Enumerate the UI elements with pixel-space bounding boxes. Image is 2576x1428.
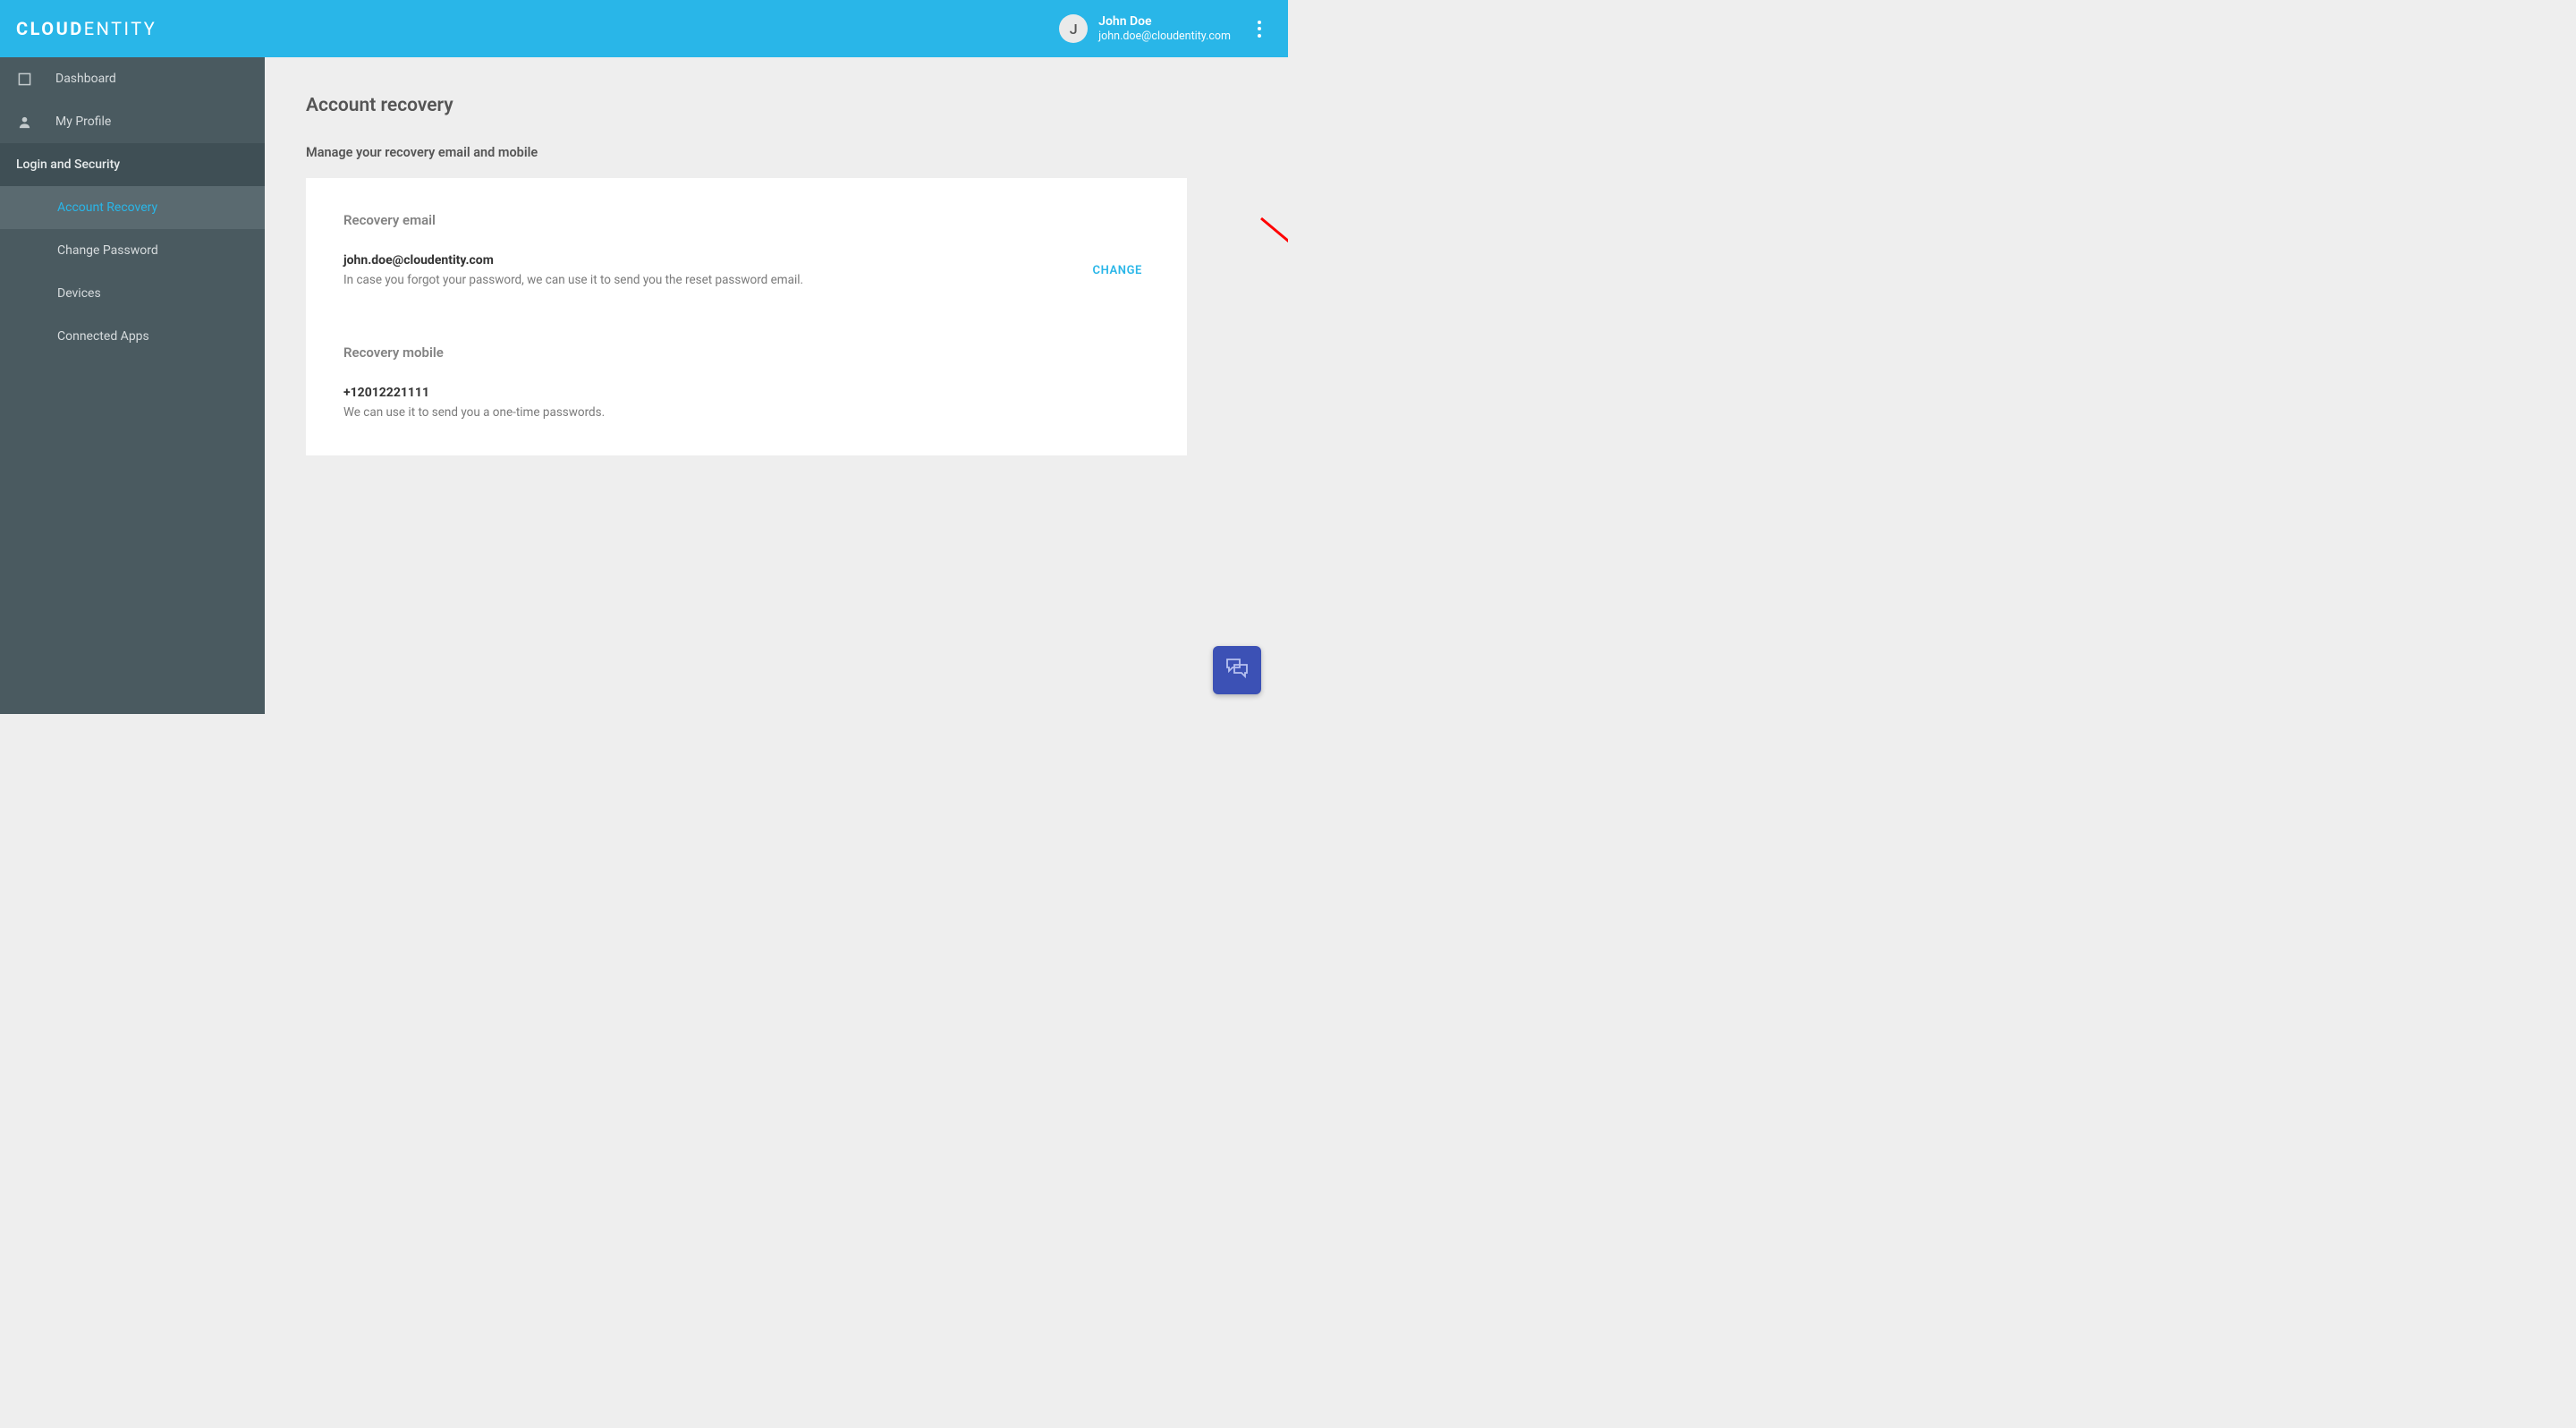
recovery-mobile-row: +12012221111 We can use it to send you a… [343, 386, 1149, 420]
chat-button[interactable] [1213, 646, 1261, 694]
sidebar-item-label: Change Password [57, 243, 158, 258]
sidebar-item-my-profile[interactable]: My Profile [0, 100, 265, 143]
sidebar-item-label: Devices [57, 286, 101, 301]
sidebar-item-label: Account Recovery [57, 200, 157, 215]
sidebar-item-label: Connected Apps [57, 329, 149, 344]
brand-rest: ENTITY [84, 18, 157, 39]
recovery-mobile-value: +12012221111 [343, 386, 605, 400]
recovery-email-value: john.doe@cloudentity.com [343, 253, 803, 268]
sidebar: Dashboard My Profile Login and Security … [0, 57, 265, 714]
kebab-menu-icon[interactable] [1252, 15, 1267, 43]
avatar: J [1059, 14, 1088, 43]
sidebar-item-devices[interactable]: Devices [0, 272, 265, 315]
sidebar-item-dashboard[interactable]: Dashboard [0, 57, 265, 100]
page-subtitle: Manage your recovery email and mobile [306, 145, 1247, 160]
recovery-email-label: Recovery email [343, 212, 1149, 228]
dashboard-icon [16, 72, 32, 86]
page-title: Account recovery [306, 95, 1247, 116]
user-email: john.doe@cloudentity.com [1098, 30, 1231, 43]
recovery-card: Recovery email john.doe@cloudentity.com … [306, 178, 1187, 455]
sidebar-item-label: My Profile [55, 115, 111, 129]
app-header: CLOUDENTITY J John Doe john.doe@cloudent… [0, 0, 1288, 57]
user-name: John Doe [1098, 14, 1231, 30]
main-content: Account recovery Manage your recovery em… [265, 57, 1288, 714]
person-icon [16, 115, 32, 129]
sidebar-item-change-password[interactable]: Change Password [0, 229, 265, 272]
sidebar-item-account-recovery[interactable]: Account Recovery [0, 186, 265, 229]
brand-bold: CLOUD [16, 18, 84, 39]
chat-icon [1224, 657, 1250, 684]
brand-logo: CLOUDENTITY [16, 18, 157, 39]
sidebar-section-login-security[interactable]: Login and Security [0, 143, 265, 186]
sidebar-item-connected-apps[interactable]: Connected Apps [0, 315, 265, 358]
user-text: John Doe john.doe@cloudentity.com [1098, 14, 1231, 43]
annotation-arrow [1256, 213, 1288, 329]
sidebar-item-label: Dashboard [55, 72, 116, 86]
recovery-email-row: john.doe@cloudentity.com In case you for… [343, 253, 1149, 287]
recovery-mobile-desc: We can use it to send you a one-time pas… [343, 405, 605, 420]
change-recovery-email-button[interactable]: CHANGE [1086, 260, 1150, 281]
recovery-mobile-label: Recovery mobile [343, 344, 1149, 361]
user-menu[interactable]: J John Doe john.doe@cloudentity.com [1059, 14, 1231, 43]
recovery-email-desc: In case you forgot your password, we can… [343, 273, 803, 287]
